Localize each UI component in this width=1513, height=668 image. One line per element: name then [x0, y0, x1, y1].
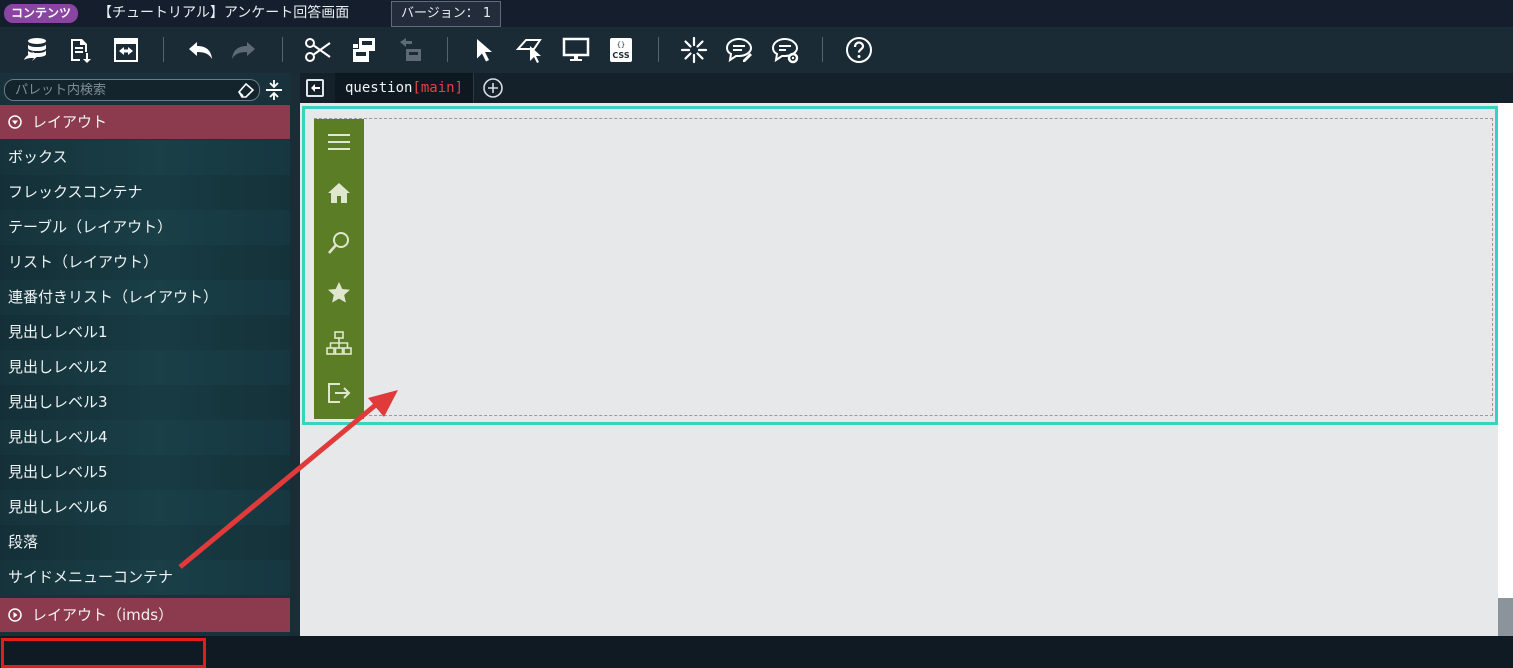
- palette-search: [4, 79, 260, 101]
- logout-icon[interactable]: [326, 380, 352, 406]
- title-bar: コンテンツ 【チュートリアル】アンケート回答画面 バージョン： 1: [0, 0, 1513, 27]
- back-arrow-icon[interactable]: [306, 79, 324, 97]
- canvas-scrollbar[interactable]: [1498, 103, 1513, 636]
- palette-item-heading-5[interactable]: 見出しレベル5: [0, 455, 290, 490]
- toolbar-separator: [282, 37, 283, 62]
- document-export-icon[interactable]: [64, 34, 96, 66]
- document-title: 【チュートリアル】アンケート回答画面: [98, 5, 350, 21]
- palette-item-heading-4[interactable]: 見出しレベル4: [0, 420, 290, 455]
- redo-icon[interactable]: [228, 34, 260, 66]
- select-pointer-icon[interactable]: [468, 34, 500, 66]
- palette-item-list-layout[interactable]: リスト（レイアウト）: [0, 245, 290, 280]
- palette-item-heading-6[interactable]: 見出しレベル6: [0, 490, 290, 525]
- comment-edit-icon[interactable]: [723, 34, 755, 66]
- selected-container[interactable]: [302, 106, 1498, 425]
- select-parent-icon[interactable]: [514, 34, 546, 66]
- home-icon[interactable]: [326, 180, 352, 206]
- menu-icon[interactable]: [326, 129, 352, 155]
- palette-item-flex-container[interactable]: フレックスコンテナ: [0, 175, 290, 210]
- palette-item-heading-1[interactable]: 見出しレベル1: [0, 315, 290, 350]
- palette-splitter[interactable]: [290, 73, 300, 636]
- palette-item-table-layout[interactable]: テーブル（レイアウト）: [0, 210, 290, 245]
- palette-item-paragraph[interactable]: 段落: [0, 525, 290, 560]
- collapse-all-icon[interactable]: [264, 79, 284, 101]
- database-icon[interactable]: [20, 34, 52, 66]
- annotation-highlight-box: [1, 638, 206, 668]
- tab-name: question: [345, 80, 413, 96]
- palette-search-input[interactable]: [15, 80, 225, 100]
- toolbar-separator: [447, 37, 448, 62]
- toolbar-separator: [822, 37, 823, 62]
- palette-item-list: ボックス フレックスコンテナ テーブル（レイアウト） リスト（レイアウト） 連番…: [0, 140, 290, 595]
- search-icon[interactable]: [326, 230, 352, 256]
- component-palette: レイアウト ボックス フレックスコンテナ テーブル（レイアウト） リスト（レイア…: [0, 73, 290, 668]
- undo-icon[interactable]: [184, 34, 216, 66]
- swap-icon[interactable]: [110, 34, 142, 66]
- toolbar-separator: [163, 37, 164, 62]
- preview-monitor-icon[interactable]: [560, 34, 592, 66]
- palette-item-box[interactable]: ボックス: [0, 140, 290, 175]
- side-menu-container[interactable]: [314, 119, 364, 419]
- palette-item-heading-2[interactable]: 見出しレベル2: [0, 350, 290, 385]
- eraser-icon[interactable]: [237, 82, 255, 98]
- add-tab-icon[interactable]: [482, 77, 504, 99]
- palette-item-numbered-list[interactable]: 連番付きリスト（レイアウト）: [0, 280, 290, 315]
- comment-settings-icon[interactable]: [769, 34, 801, 66]
- star-icon[interactable]: [326, 280, 352, 306]
- toolbar-separator: [658, 37, 659, 62]
- expanded-circle-icon: [8, 115, 22, 129]
- category-label: レイアウト（imds）: [32, 606, 174, 624]
- tab-question-main[interactable]: question[main]: [335, 73, 475, 103]
- version-label[interactable]: バージョン： 1: [391, 1, 502, 27]
- scrollbar-thumb[interactable]: [1498, 103, 1513, 598]
- svg-text:{}: {}: [617, 41, 625, 49]
- help-icon[interactable]: [843, 34, 875, 66]
- tab-sub-label: [main]: [412, 80, 464, 96]
- palette-item-heading-3[interactable]: 見出しレベル3: [0, 385, 290, 420]
- container-dropzone[interactable]: [314, 118, 1493, 416]
- palette-item-side-menu-container[interactable]: サイドメニューコンテナ: [0, 560, 290, 595]
- main-toolbar: {} CSS: [0, 27, 1513, 73]
- collapsed-circle-icon: [8, 608, 22, 622]
- cut-icon[interactable]: [302, 34, 334, 66]
- category-label: レイアウト: [32, 113, 108, 131]
- editor-tab-bar: question[main]: [300, 73, 1513, 103]
- paste-component-icon[interactable]: [394, 34, 426, 66]
- sparkle-icon[interactable]: [678, 34, 710, 66]
- svg-text:CSS: CSS: [612, 51, 629, 60]
- design-canvas[interactable]: [300, 103, 1498, 636]
- copy-component-icon[interactable]: [348, 34, 380, 66]
- sitemap-icon[interactable]: [326, 330, 352, 356]
- css-icon[interactable]: {} CSS: [605, 34, 637, 66]
- category-layout-imds[interactable]: レイアウト（imds）: [0, 598, 290, 632]
- content-badge: コンテンツ: [4, 4, 79, 23]
- category-layout[interactable]: レイアウト: [0, 105, 290, 139]
